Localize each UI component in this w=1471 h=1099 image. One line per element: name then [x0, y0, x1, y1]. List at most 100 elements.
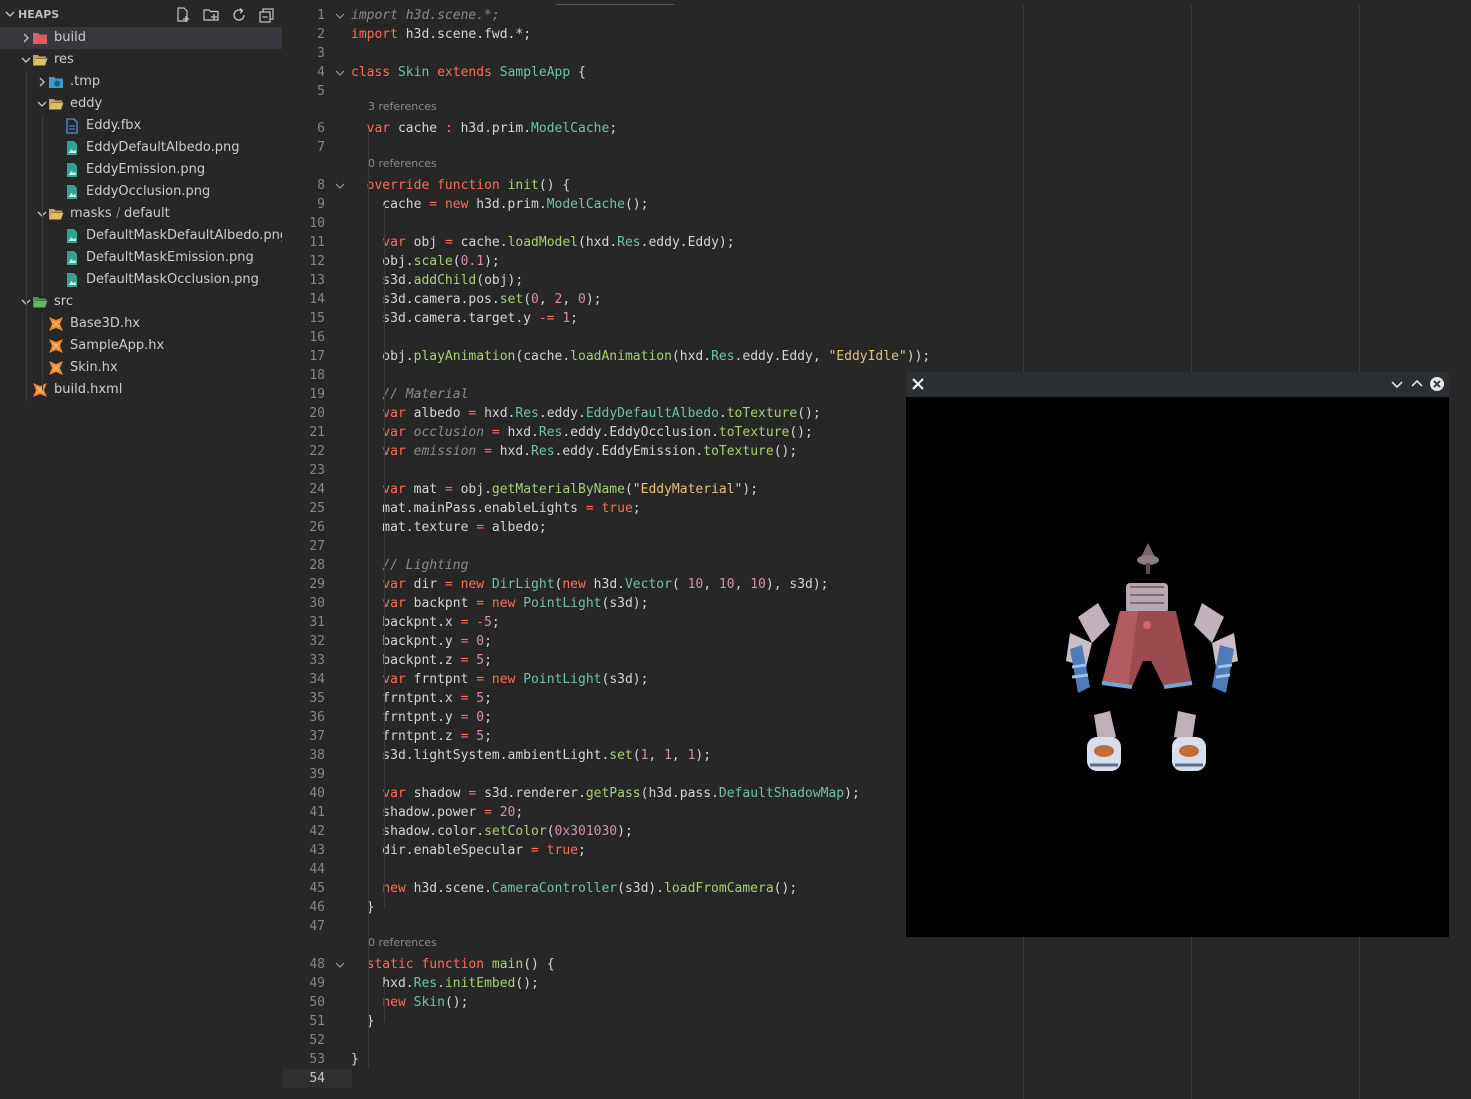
- indent-guide: [384, 984, 385, 1022]
- code-line[interactable]: cache = new h3d.prim.ModelCache();: [351, 195, 648, 214]
- references-codelens[interactable]: 3 references: [368, 100, 437, 114]
- code-token: =: [476, 520, 485, 535]
- code-line[interactable]: var mat = obj.getMaterialByName("EddyMat…: [351, 480, 758, 499]
- window-titlebar[interactable]: [906, 372, 1449, 397]
- code-line[interactable]: var emission = hxd.Res.eddy.EddyEmission…: [351, 442, 797, 461]
- code-token: 5: [476, 653, 485, 668]
- explorer-header[interactable]: HEAPS: [0, 5, 282, 27]
- code-token: hxd.: [351, 976, 414, 991]
- code-token: loadModel: [507, 235, 579, 250]
- code-token: initEmbed: [444, 976, 516, 991]
- code-line[interactable]: var cache : h3d.prim.ModelCache;: [351, 119, 618, 138]
- code-line[interactable]: }: [351, 898, 375, 917]
- chevron-right-icon[interactable]: [36, 76, 48, 88]
- code-line[interactable]: var frntpnt = new PointLight(s3d);: [351, 670, 648, 689]
- new-folder-icon[interactable]: [202, 6, 220, 24]
- fold-chevron-icon[interactable]: [334, 10, 346, 22]
- references-codelens[interactable]: 0 references: [368, 936, 437, 950]
- code-line[interactable]: var backpnt = new PointLight(s3d);: [351, 594, 648, 613]
- code-token: 10: [718, 577, 735, 592]
- new-file-icon[interactable]: [174, 6, 192, 24]
- code-token: obj.: [452, 482, 492, 497]
- tree-item-build[interactable]: build: [0, 27, 282, 49]
- tree-item-eddy[interactable]: eddy: [0, 93, 282, 115]
- indent-guide: [368, 129, 369, 1069]
- code-line[interactable]: frntpnt.z = 5;: [351, 727, 492, 746]
- collapse-all-icon[interactable]: [258, 6, 276, 24]
- fold-chevron-icon[interactable]: [334, 67, 346, 79]
- window-close-circle-icon[interactable]: [1429, 376, 1445, 392]
- code-line[interactable]: frntpnt.y = 0;: [351, 708, 492, 727]
- code-token: obj: [405, 235, 445, 250]
- code-line[interactable]: frntpnt.x = 5;: [351, 689, 492, 708]
- refresh-icon[interactable]: [230, 6, 248, 24]
- code-token: obj.: [351, 254, 414, 269]
- code-line[interactable]: static function main() {: [351, 955, 555, 974]
- chevron-right-icon[interactable]: [20, 32, 32, 44]
- code-line[interactable]: override function init() {: [351, 176, 571, 195]
- references-codelens[interactable]: 0 references: [368, 157, 437, 171]
- code-token: );: [695, 748, 712, 763]
- minimize-chevron-icon[interactable]: [1389, 376, 1405, 392]
- code-line[interactable]: mat.texture = albedo;: [351, 518, 546, 537]
- code-token: =: [476, 672, 485, 687]
- code-line[interactable]: backpnt.z = 5;: [351, 651, 492, 670]
- code-line[interactable]: s3d.camera.pos.set(0, 2, 0);: [351, 290, 601, 309]
- code-line[interactable]: var occlusion = hxd.Res.eddy.EddyOcclusi…: [351, 423, 813, 442]
- code-token: // Material: [382, 387, 469, 402]
- code-line[interactable]: new h3d.scene.CameraController(s3d).load…: [351, 879, 797, 898]
- fold-chevron-icon[interactable]: [334, 180, 346, 192]
- code-token: .eddy.Eddy,: [734, 349, 829, 364]
- code-token: dir.enableSpecular: [351, 843, 532, 858]
- code-line[interactable]: hxd.Res.initEmbed();: [351, 974, 539, 993]
- code-line[interactable]: s3d.addChild(obj);: [351, 271, 523, 290]
- code-line[interactable]: shadow.power = 20;: [351, 803, 523, 822]
- code-line[interactable]: s3d.camera.target.y -= 1;: [351, 309, 578, 328]
- code-line[interactable]: import h3d.scene.fwd.*;: [351, 25, 531, 44]
- code-line[interactable]: backpnt.y = 0;: [351, 632, 492, 651]
- code-line[interactable]: s3d.lightSystem.ambientLight.set(1, 1, 1…: [351, 746, 711, 765]
- code-line[interactable]: var obj = cache.loadModel(hxd.Res.eddy.E…: [351, 233, 734, 252]
- tree-item-tmp[interactable]: .tmp: [0, 71, 282, 93]
- code-line[interactable]: dir.enableSpecular = true;: [351, 841, 586, 860]
- code-line[interactable]: var dir = new DirLight(new h3d.Vector( 1…: [351, 575, 828, 594]
- code-token: Vector: [624, 577, 672, 592]
- chevron-down-icon[interactable]: [20, 54, 32, 66]
- render-window[interactable]: [906, 372, 1449, 937]
- fold-chevron-icon[interactable]: [334, 959, 346, 971]
- chevron-down-icon[interactable]: [4, 8, 16, 20]
- code-token: var: [382, 406, 406, 421]
- code-token: =: [484, 805, 492, 820]
- code-token: 10: [750, 577, 766, 592]
- code-line[interactable]: import h3d.scene.*;: [351, 6, 500, 25]
- code-line[interactable]: }: [351, 1050, 359, 1069]
- line-number: 24: [309, 482, 325, 497]
- tree-item-res[interactable]: res: [0, 49, 282, 71]
- code-line[interactable]: var albedo = hxd.Res.eddy.EddyDefaultAlb…: [351, 404, 820, 423]
- code-token: shadow.color.: [351, 824, 485, 839]
- code-line[interactable]: var shadow = s3d.renderer.getPass(h3d.pa…: [351, 784, 859, 803]
- code-line[interactable]: mat.mainPass.enableLights = true;: [351, 499, 640, 518]
- maximize-chevron-icon[interactable]: [1409, 376, 1425, 392]
- line-number: 43: [309, 843, 325, 858]
- code-line[interactable]: obj.playAnimation(cache.loadAnimation(hx…: [351, 347, 930, 366]
- code-token: ;: [609, 121, 618, 136]
- haxe-file-icon: [49, 339, 63, 353]
- 3d-viewport[interactable]: [906, 397, 1449, 937]
- code-line[interactable]: class Skin extends SampleApp {: [351, 63, 586, 82]
- code-line[interactable]: }: [351, 1012, 375, 1031]
- code-line[interactable]: shadow.color.setColor(0x301030);: [351, 822, 633, 841]
- indent-guide: [42, 313, 43, 390]
- code-line[interactable]: obj.scale(0.1);: [351, 252, 499, 271]
- image-file-icon: [67, 141, 77, 155]
- close-icon[interactable]: [910, 376, 926, 392]
- chevron-down-icon[interactable]: [36, 98, 48, 110]
- code-line[interactable]: backpnt.x = -5;: [351, 613, 499, 632]
- code-token: 0: [578, 292, 586, 307]
- line-number: 50: [309, 995, 325, 1010]
- code-token: Res: [617, 235, 641, 250]
